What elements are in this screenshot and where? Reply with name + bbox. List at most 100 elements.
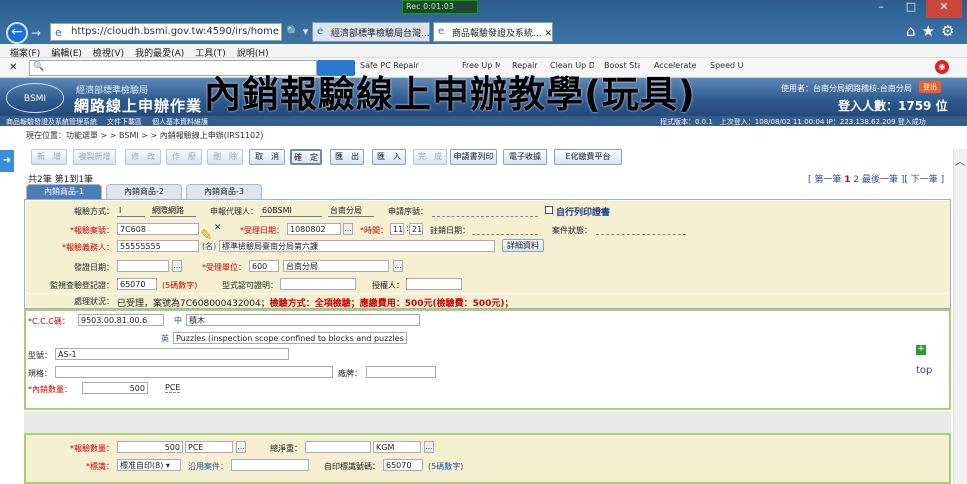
zh-tag: 中 [174,316,182,325]
ie-icon: e [317,26,324,37]
inspect-method-code[interactable]: I [117,205,145,217]
inspect-method-label: 報驗方式： [74,207,114,216]
system-title: 網路線上申辦作業 [74,97,203,115]
model-label: 型號： [28,351,52,360]
issue-date-picker[interactable]: … [172,260,182,272]
pager: [ 第一筆 1 2 最後一筆 ][ 下一筆 ] [808,175,945,185]
close-icon[interactable]: ✕ [926,0,962,18]
inspect-unit-picker[interactable]: … [236,441,246,453]
void-button[interactable]: 作 廢 [166,149,202,165]
authorizer-input[interactable] [406,278,462,290]
ccc-input[interactable]: 9503.00.81.00.6 [78,314,164,326]
detail-button[interactable]: 詳細資料 [502,239,544,252]
minimize-icon[interactable]: – [866,0,896,18]
pager-next[interactable]: 下一筆 [911,175,938,185]
browser-tab-2[interactable]: e 商品報驗發證及系統... ✕ [433,22,553,42]
pager-page-2[interactable]: 2 [853,175,859,185]
weight-unit[interactable]: KGM [373,441,421,453]
inspect-qty-unit[interactable]: PCE [185,441,233,453]
tab-item-3[interactable]: 內銷商品-3 [186,184,262,199]
self-mark-input[interactable]: 65070 [383,459,423,471]
back-button[interactable]: ← [6,22,28,44]
serial-field[interactable] [432,205,538,217]
agent-value[interactable]: 60BSMI [260,205,322,217]
accept-date-input[interactable]: 1080802 [287,223,341,235]
e-receipt-button[interactable]: 電子收據 [503,149,547,165]
link-downloads[interactable]: 文件下載區 [107,118,142,126]
type-cert-input[interactable] [280,278,356,290]
scroll-up-icon[interactable]: ︿ [955,153,965,168]
logout-button[interactable]: 登出 [919,81,941,93]
mark-select[interactable]: 標准自印(8) ▾ [117,459,181,471]
delete-button[interactable]: 刪 除 [207,149,243,165]
model-input[interactable]: AS-1 [55,348,289,360]
toolbar-speed-up[interactable]: Speed Up [710,61,744,70]
forward-button[interactable]: → [31,26,41,40]
toolbar-logo-icon[interactable]: ◉ [935,60,949,74]
status-label: 處理狀況： [74,297,114,306]
brand-input[interactable] [366,366,436,378]
accept-unit-code[interactable]: 600 [249,260,279,272]
print-application-button[interactable]: 申請書列印 [450,149,497,165]
hour-input[interactable]: 11 [390,223,404,235]
scrollbar[interactable] [953,149,967,484]
confirm-button[interactable]: 確 定 [290,149,322,165]
clear-case-no-icon[interactable]: ✕ [214,223,222,233]
tab-item-1[interactable]: 內銷商品-1 [26,184,102,199]
side-expand-icon[interactable]: ➜ [0,150,14,172]
pager-last[interactable]: 最後一筆 [862,175,898,185]
export-button[interactable]: 匯 出 [330,149,364,165]
self-print-checkbox[interactable] [545,206,553,214]
applicant-input[interactable]: 55555555 [117,240,199,252]
home-icon[interactable]: ⌂ [906,22,922,40]
net-weight-input[interactable] [305,441,371,453]
time-label: *時間： [360,226,388,235]
complete-button[interactable]: 完 成 [413,149,447,165]
import-button[interactable]: 匯 入 [372,149,406,165]
cancel-date-field[interactable] [472,223,538,235]
accept-unit-picker[interactable]: … [393,260,403,272]
browser-tools[interactable]: ⌂★⚙ [906,22,960,40]
browser-tab-1[interactable]: e 經濟部標準檢驗局台灣... [312,22,430,42]
close-toolbar-icon[interactable]: ✕ [9,62,17,73]
cite-case-input[interactable] [231,459,309,471]
spec-input[interactable] [55,366,333,378]
pager-first[interactable]: 第一筆 [814,175,841,185]
issue-date-input[interactable] [117,260,169,272]
inspect-qty-label: *報驗數量： [70,444,114,453]
gear-icon[interactable]: ⚙ [941,22,960,40]
add-item-icon[interactable]: + [916,345,926,355]
link-profile[interactable]: 個人基本資料維護 [152,118,208,126]
en-name-input[interactable]: Puzzles (inspection scope confined to bl… [173,332,407,344]
maximize-icon[interactable]: □ [896,0,926,18]
copy-add-button[interactable]: 複製新增 [73,149,116,165]
link-system[interactable]: 商品報驗發證及系統管理系統 [6,118,97,126]
qty-input[interactable]: 500 [82,382,148,394]
reg-input[interactable]: 65070 [117,278,157,290]
user-info: 使用者：台南分局網路稽核-台南分局 [781,84,912,93]
edit-button[interactable]: 修 改 [125,149,161,165]
agent-unit[interactable]: 台南分局 [328,205,374,217]
accept-date-picker[interactable]: … [343,223,353,235]
case-no-input[interactable]: 7C608 [117,223,199,235]
star-icon[interactable]: ★ [922,22,941,40]
add-button[interactable]: 新 增 [31,149,67,165]
e-payment-button[interactable]: E化繳費平台 [554,149,622,165]
inspect-method-value[interactable]: 網際網路 [150,205,196,217]
cursor-icon: ✎ [200,226,213,244]
minute-input[interactable]: 21 [409,223,423,235]
pager-page-1[interactable]: 1 [844,175,850,185]
tab-item-2[interactable]: 內銷商品-2 [106,184,182,199]
address-bar[interactable]: e https://cloudh.bsmi.gov.tw:4590/irs/hom… [50,23,282,41]
inspect-qty-input[interactable]: 500 [117,441,183,453]
qty-label: *內銷數量： [28,385,72,394]
accept-unit-name[interactable]: 台南分局 [283,260,389,272]
cancel-button[interactable]: 取 消 [249,149,285,165]
top-link[interactable]: top [916,365,932,376]
case-status-field[interactable] [596,223,686,235]
ccc-label: *C.C.C碼： [28,317,70,326]
reg-hint: (5碼數字) [162,281,198,290]
applicant-name[interactable]: 標準檢驗局臺南分局第六課 [219,240,495,252]
zh-name-input[interactable]: 積木 [186,314,420,326]
weight-unit-picker[interactable]: … [424,441,434,453]
